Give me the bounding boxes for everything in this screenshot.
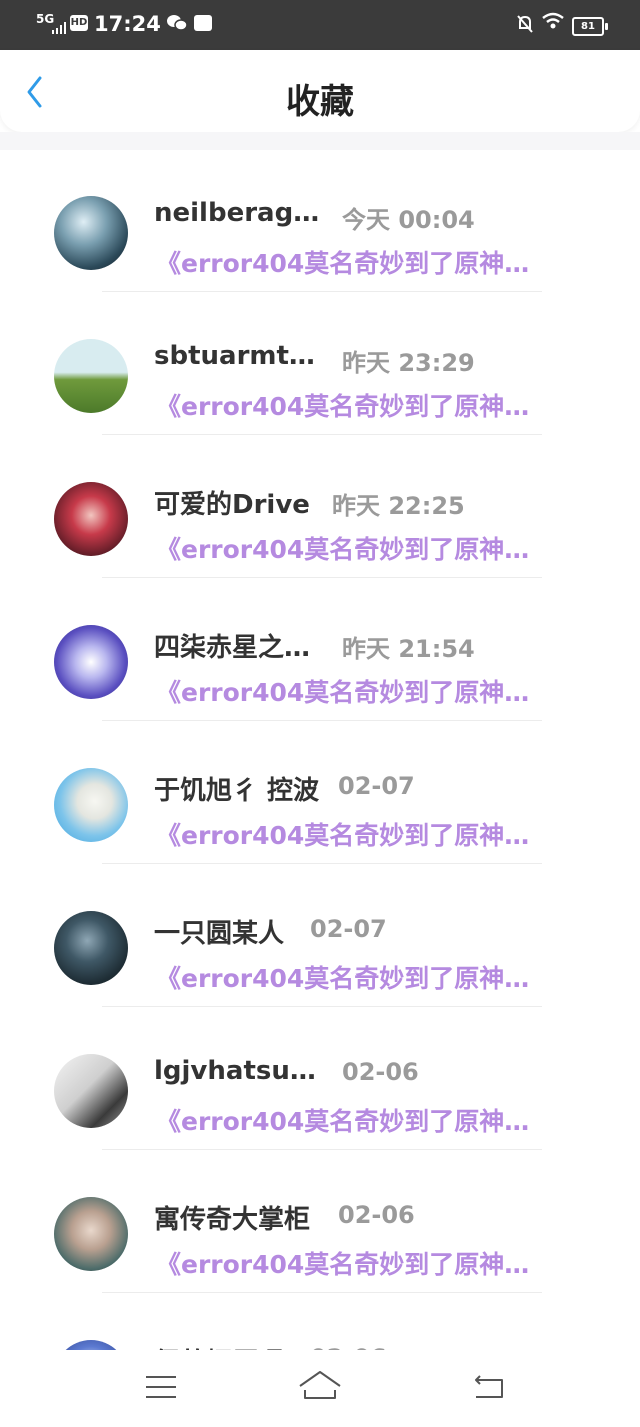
preview-text: 《error404莫名奇妙到了原神…: [156, 1107, 530, 1136]
preview-text: 《error404莫名奇妙到了原神…: [156, 964, 530, 993]
list-item[interactable]: sbtuarmt… 昨天 23:29 《error404莫名奇妙到了原神…: [0, 293, 640, 436]
preview-text: 《error404莫名奇妙到了原神…: [156, 535, 530, 564]
user-name: 侭敖蝦厄嗯: [154, 1342, 284, 1350]
avatar: [54, 1054, 128, 1128]
list-item[interactable]: 一只圆某人 02-07 《error404莫名奇妙到了原神…: [0, 865, 640, 1008]
list-item[interactable]: 四柒赤星之… 昨天 21:54 《error404莫名奇妙到了原神…: [0, 579, 640, 722]
timestamp: 昨天 23:29: [342, 349, 475, 377]
preview-text: 《error404莫名奇妙到了原神…: [156, 392, 530, 421]
divider: [102, 577, 542, 578]
divider: [102, 720, 542, 721]
avatar: [54, 911, 128, 985]
avatar: [54, 625, 128, 699]
wifi-icon: [542, 12, 564, 29]
return-icon: [475, 1375, 503, 1398]
avatar: [54, 339, 128, 413]
preview-text: 《error404莫名奇妙到了原神…: [156, 821, 530, 850]
list-item[interactable]: neilberag… 今天 00:04 《error404莫名奇妙到了原神…: [0, 150, 640, 293]
home-button[interactable]: [295, 1366, 345, 1406]
menu-button[interactable]: [136, 1366, 186, 1406]
avatar: [54, 1197, 128, 1271]
system-nav-bar: [0, 1352, 640, 1427]
avatar: [54, 1340, 128, 1350]
wechat-icon: [167, 15, 188, 31]
user-name: 一只圆某人: [154, 919, 285, 949]
divider: [102, 1006, 542, 1007]
divider: [102, 1149, 542, 1150]
user-name: lgjvhatsu…: [154, 1056, 316, 1086]
user-name: sbtuarmt…: [154, 341, 315, 371]
user-name: 于饥旭彳 控波: [154, 776, 320, 806]
list-item[interactable]: lgjvhatsu… 02-06 《error404莫名奇妙到了原神…: [0, 1008, 640, 1151]
timestamp: 02-07: [310, 915, 387, 943]
header: 收藏: [0, 50, 640, 132]
user-name: 可爱的Drive: [154, 490, 310, 520]
favorites-list: neilberag… 今天 00:04 《error404莫名奇妙到了原神… s…: [0, 150, 640, 1350]
timestamp: 02-07: [338, 772, 415, 800]
status-bar: 5G HD 17:24 81: [0, 0, 640, 50]
page-title: 收藏: [286, 82, 354, 122]
avatar: [54, 768, 128, 842]
avatar: [54, 196, 128, 270]
status-time: 17:24: [94, 12, 161, 36]
user-name: 四柒赤星之…: [154, 633, 311, 663]
message-icon: [194, 15, 212, 31]
timestamp: 昨天 21:54: [342, 635, 475, 663]
return-button[interactable]: [464, 1366, 514, 1406]
preview-text: 《error404莫名奇妙到了原神…: [156, 678, 530, 707]
signal-icon: [52, 22, 66, 34]
user-name: 寓传奇大掌柜: [154, 1205, 311, 1235]
timestamp: 昨天 22:25: [332, 492, 465, 520]
hd-badge: HD: [70, 15, 88, 31]
home-icon: [299, 1371, 341, 1399]
divider: [102, 291, 542, 292]
timestamp: 02-06: [310, 1344, 387, 1350]
preview-text: 《error404莫名奇妙到了原神…: [156, 249, 530, 278]
list-item[interactable]: 于饥旭彳 控波 02-07 《error404莫名奇妙到了原神…: [0, 722, 640, 865]
list-item[interactable]: 可爱的Drive 昨天 22:25 《error404莫名奇妙到了原神…: [0, 436, 640, 579]
header-divider: [0, 132, 640, 150]
menu-icon: [146, 1376, 176, 1398]
timestamp: 02-06: [342, 1058, 419, 1086]
list-item[interactable]: 寓传奇大掌柜 02-06 《error404莫名奇妙到了原神…: [0, 1151, 640, 1294]
list-item[interactable]: 侭敖蝦厄嗯 02-06: [0, 1294, 640, 1350]
timestamp: 今天 00:04: [342, 206, 475, 234]
preview-text: 《error404莫名奇妙到了原神…: [156, 1250, 530, 1279]
user-name: neilberag…: [154, 198, 320, 228]
timestamp: 02-06: [338, 1201, 415, 1229]
divider: [102, 1292, 542, 1293]
mute-bell-icon: [517, 15, 533, 33]
divider: [102, 434, 542, 435]
avatar: [54, 482, 128, 556]
divider: [102, 863, 542, 864]
battery-indicator: 81: [572, 17, 608, 36]
